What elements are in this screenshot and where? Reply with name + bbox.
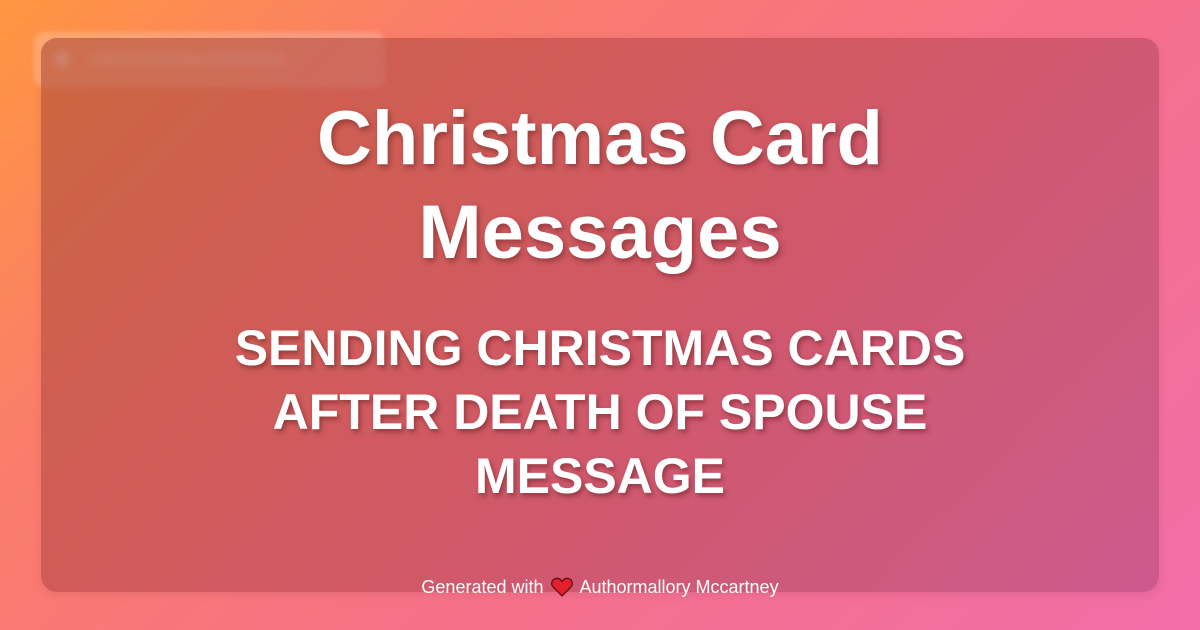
subtitle-line-2: AFTER DEATH OF SPOUSE bbox=[272, 384, 928, 440]
subtitle-line-1: SENDING CHRISTMAS CARDS bbox=[234, 320, 966, 376]
title-line-2: Messages bbox=[418, 190, 782, 275]
footer-prefix: Generated with bbox=[421, 576, 544, 597]
subtitle-line-3: MESSAGE bbox=[474, 448, 726, 504]
page-title: Christmas Card Messages bbox=[0, 92, 1200, 280]
page-subtitle: SENDING CHRISTMAS CARDS AFTER DEATH OF S… bbox=[0, 316, 1200, 508]
title-line-1: Christmas Card bbox=[317, 96, 883, 181]
generated-with-footer: Generated with Authormallory Mccartney bbox=[0, 574, 1200, 600]
heart-icon bbox=[550, 577, 573, 597]
footer-author: Authormallory Mccartney bbox=[579, 576, 779, 597]
